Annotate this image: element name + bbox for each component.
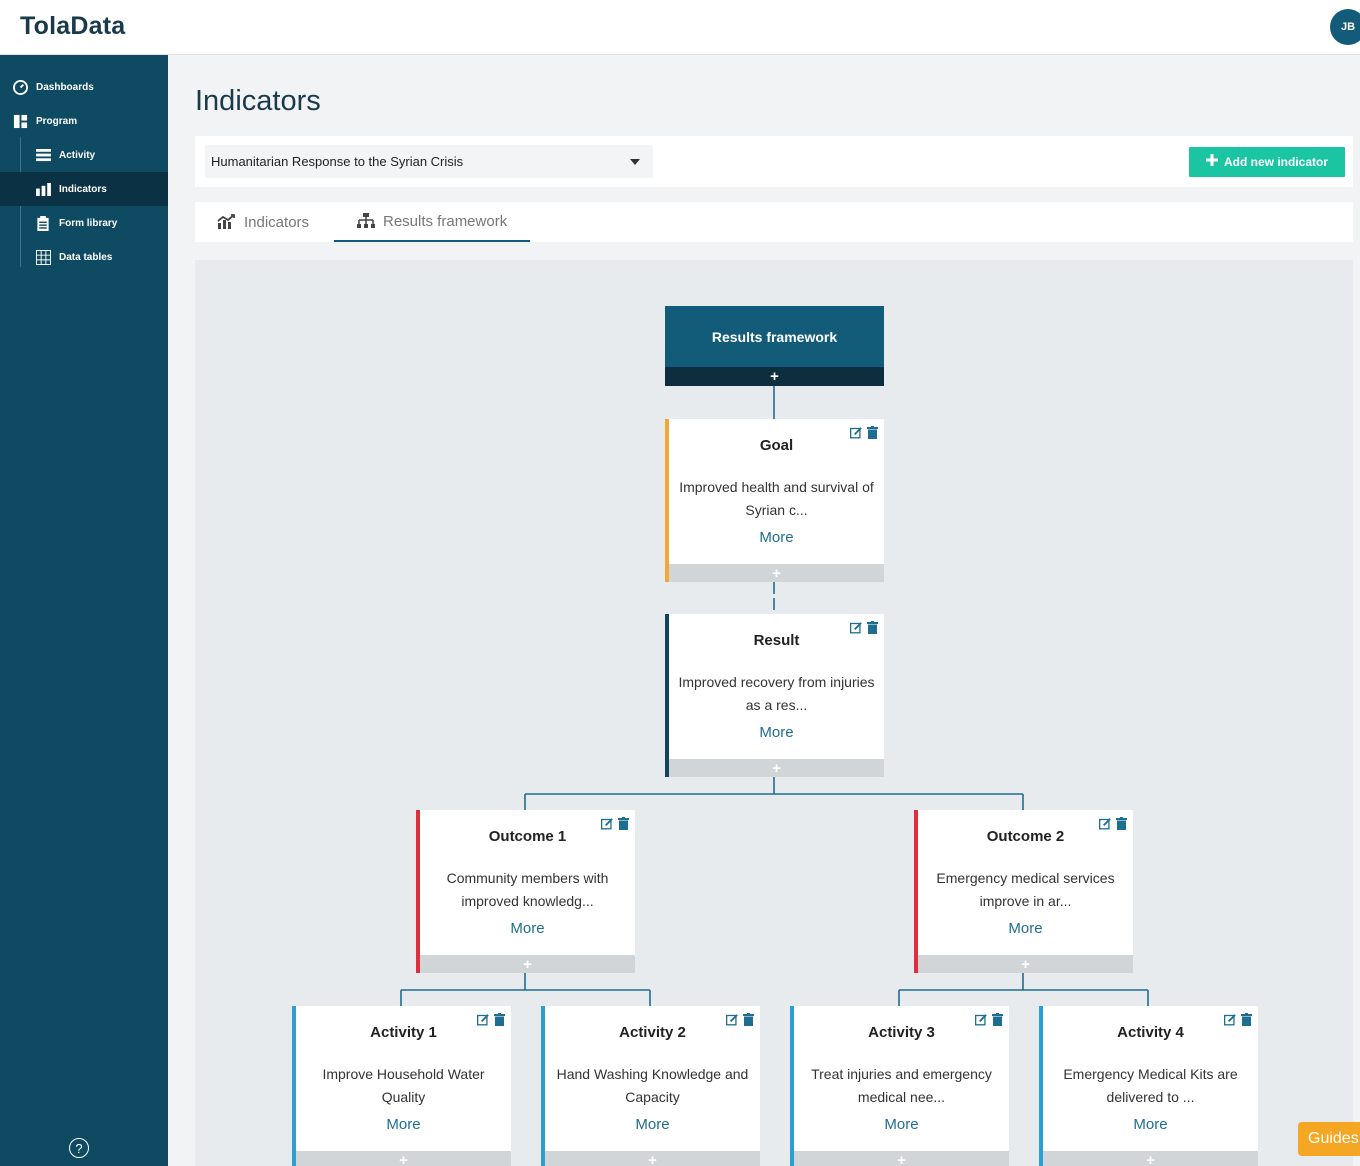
add-child-button[interactable]: +	[918, 955, 1133, 973]
activity-title: Activity 2	[619, 1024, 686, 1041]
sidebar-item-label: Program	[36, 115, 78, 127]
sidebar-item-label: Data tables	[59, 251, 113, 263]
dashboard-icon	[12, 79, 28, 95]
activity-description: Emergency Medical Kits are delivered to …	[1063, 1066, 1238, 1105]
program-icon	[12, 113, 28, 129]
add-child-button[interactable]: +	[669, 759, 884, 777]
goal-more-link[interactable]: More	[669, 529, 884, 546]
help-icon[interactable]: ?	[69, 1138, 89, 1158]
sidebar-item-indicators[interactable]: Indicators	[0, 172, 168, 206]
indicators-chart-icon	[217, 214, 236, 230]
plus-icon: +	[1021, 955, 1030, 973]
sidebar-item-label: Activity	[59, 149, 96, 161]
activity-card: Activity 1 Improve Household Water Quali…	[292, 1006, 511, 1166]
app-logo[interactable]: TolaData	[20, 12, 125, 41]
add-indicator-label: Add new indicator	[1223, 155, 1328, 169]
add-child-button[interactable]: +	[296, 1151, 511, 1166]
caret-down-icon	[630, 159, 640, 165]
tab-label: Results framework	[383, 212, 508, 230]
tab-label: Indicators	[244, 213, 310, 231]
plus-icon: +	[399, 1151, 408, 1166]
program-select-value: Humanitarian Response to the Syrian Cris…	[211, 154, 464, 169]
indicators-icon	[35, 181, 51, 197]
result-more-link[interactable]: More	[669, 724, 884, 741]
result-card: Result Improved recovery from injuries a…	[665, 614, 884, 777]
add-indicator-button[interactable]: Add new indicator	[1189, 147, 1345, 177]
outcome-title: Outcome 2	[986, 828, 1065, 845]
tab-bar: Indicators Results framework	[195, 202, 1353, 242]
goal-title: Goal	[759, 437, 794, 454]
activity-title: Activity 3	[868, 1024, 935, 1041]
plus-icon: +	[897, 1151, 906, 1166]
activity-more-link[interactable]: More	[296, 1116, 511, 1133]
outcome-description: Emergency medical services improve in ar…	[936, 870, 1115, 909]
activity-card: Activity 4 Emergency Medical Kits are de…	[1039, 1006, 1258, 1166]
root-title: Results framework	[665, 306, 884, 367]
tab-results-framework[interactable]: Results framework	[334, 202, 530, 242]
filter-bar: Humanitarian Response to the Syrian Cris…	[195, 136, 1353, 187]
goal-card: Goal Improved health and survival of Syr…	[665, 419, 884, 582]
form-library-icon	[35, 215, 51, 231]
add-child-button[interactable]: +	[1043, 1151, 1258, 1166]
outcome-description: Community members with improved knowledg…	[446, 870, 609, 909]
sidebar: Dashboards Program Activity Indicators F…	[0, 55, 168, 1166]
user-avatar[interactable]: JB	[1330, 9, 1360, 45]
program-select[interactable]: Humanitarian Response to the Syrian Cris…	[205, 145, 653, 178]
results-framework-root: Results framework +	[665, 306, 884, 386]
plus-icon: +	[648, 1151, 657, 1166]
activity-card: Activity 3 Treat injuries and emergency …	[790, 1006, 1009, 1166]
activity-title: Activity 1	[370, 1024, 437, 1041]
sidebar-item-program[interactable]: Program	[0, 104, 168, 138]
activity-description: Improve Household Water Quality	[322, 1066, 485, 1105]
top-bar: TolaData JB	[0, 0, 1360, 55]
activity-description: Treat injuries and emergency medical nee…	[811, 1066, 992, 1105]
sidebar-item-form-library[interactable]: Form library	[0, 206, 168, 240]
add-child-button[interactable]: +	[669, 564, 884, 582]
add-child-button[interactable]: +	[794, 1151, 1009, 1166]
activity-more-link[interactable]: More	[1043, 1116, 1258, 1133]
plus-icon	[1205, 153, 1218, 171]
plus-icon: +	[772, 759, 781, 777]
result-title: Result	[753, 632, 800, 649]
sidebar-item-data-tables[interactable]: Data tables	[0, 240, 168, 274]
sidebar-item-activity[interactable]: Activity	[0, 138, 168, 172]
activity-icon	[35, 147, 51, 163]
data-tables-icon	[35, 249, 51, 265]
activity-title: Activity 4	[1117, 1024, 1184, 1041]
activity-more-link[interactable]: More	[794, 1116, 1009, 1133]
activity-card: Activity 2 Hand Washing Knowledge and Ca…	[541, 1006, 760, 1166]
page-title: Indicators	[195, 85, 321, 117]
hierarchy-icon	[357, 213, 375, 229]
outcome-card: Outcome 2 Emergency medical services imp…	[914, 810, 1133, 973]
add-child-button[interactable]: +	[545, 1151, 760, 1166]
add-child-button[interactable]: +	[420, 955, 635, 973]
plus-icon: +	[523, 955, 532, 973]
outcome-more-link[interactable]: More	[918, 920, 1133, 937]
sidebar-item-label: Form library	[59, 217, 118, 229]
activity-description: Hand Washing Knowledge and Capacity	[556, 1066, 749, 1105]
outcome-card: Outcome 1 Community members with improve…	[416, 810, 635, 973]
result-description: Improved recovery from injuries as a res…	[678, 674, 875, 713]
root-add-button[interactable]: +	[665, 367, 884, 386]
outcome-title: Outcome 1	[488, 828, 567, 845]
sidebar-item-label: Indicators	[59, 183, 107, 195]
outcome-more-link[interactable]: More	[420, 920, 635, 937]
goal-description: Improved health and survival of Syrian c…	[679, 479, 874, 518]
tab-indicators[interactable]: Indicators	[217, 202, 345, 242]
sidebar-item-dashboards[interactable]: Dashboards	[0, 70, 168, 104]
plus-icon: +	[772, 564, 781, 582]
sidebar-item-label: Dashboards	[36, 81, 94, 93]
plus-icon: +	[1146, 1151, 1155, 1166]
activity-more-link[interactable]: More	[545, 1116, 760, 1133]
guides-button[interactable]: Guides	[1298, 1122, 1360, 1156]
